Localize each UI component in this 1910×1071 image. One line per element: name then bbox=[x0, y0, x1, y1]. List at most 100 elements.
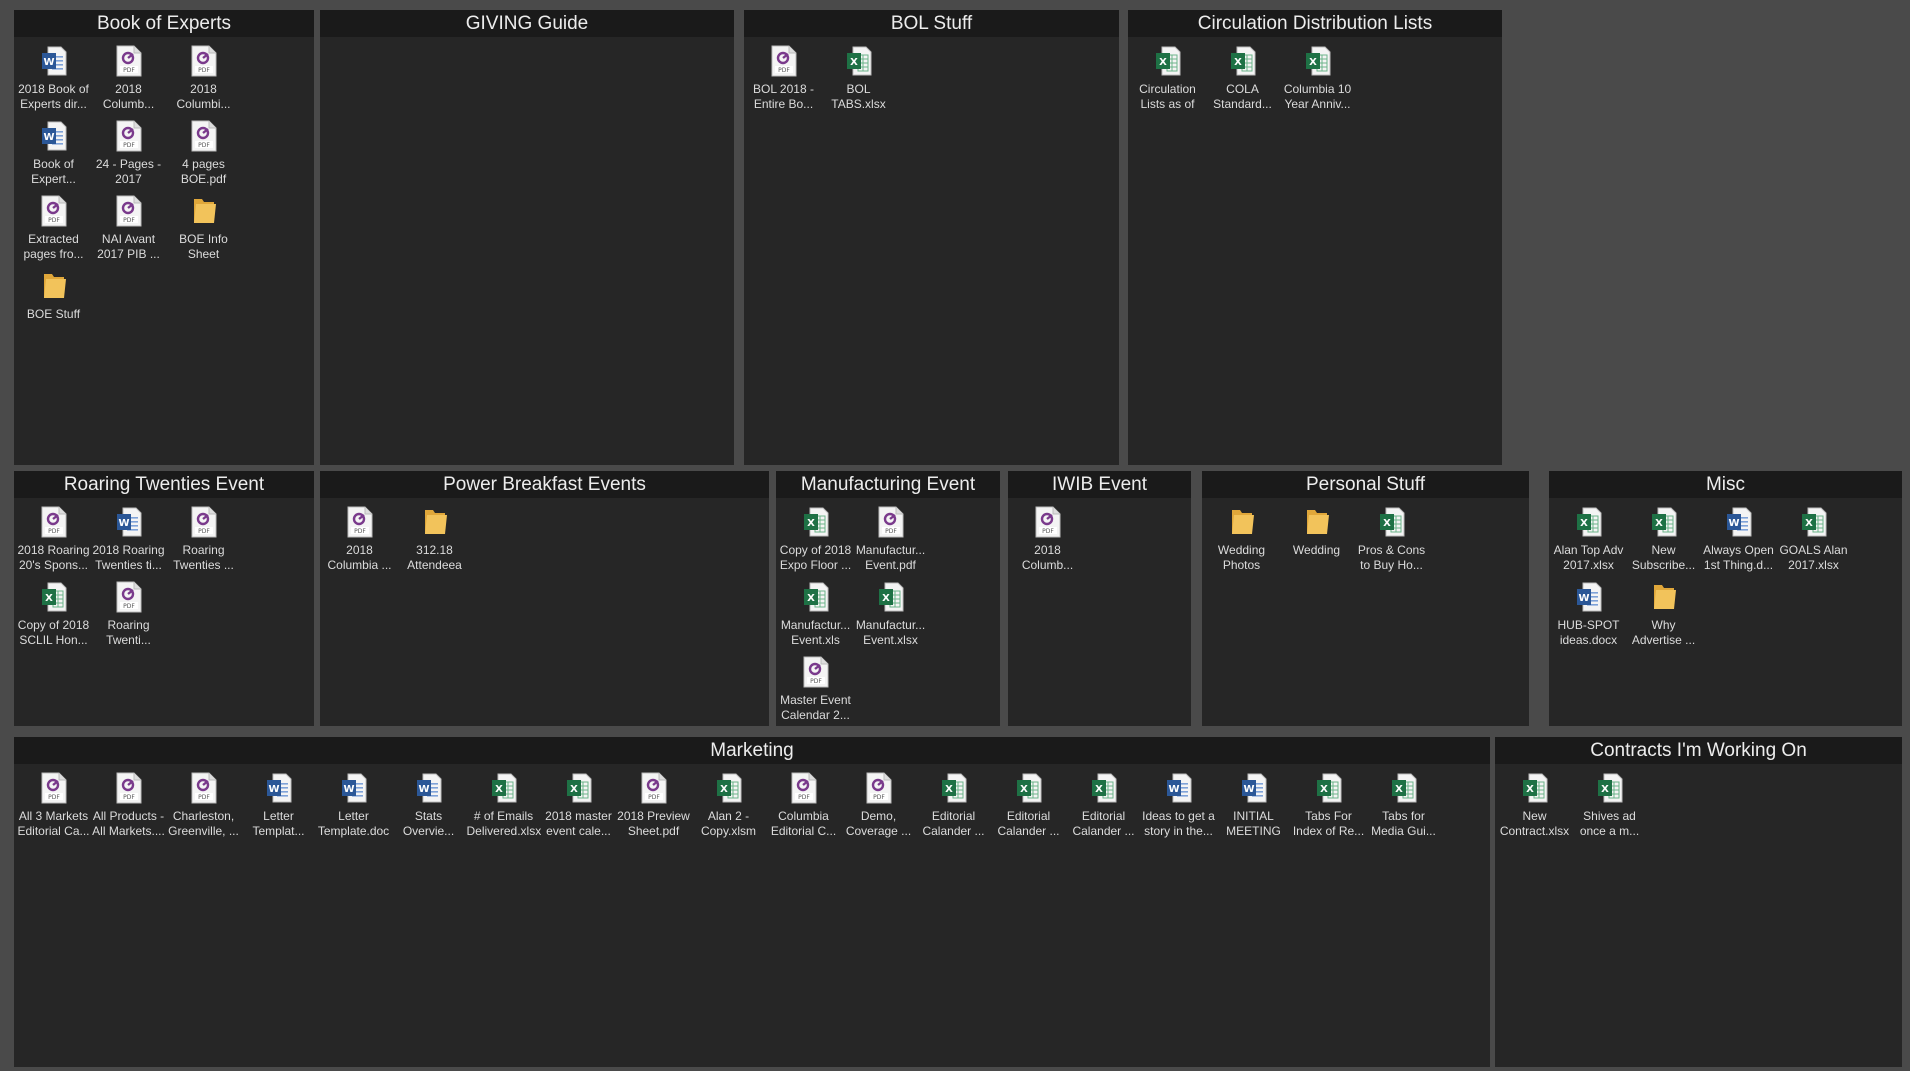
file-item[interactable]: W Always Open 1st Thing.d... bbox=[1701, 506, 1776, 581]
svg-text:PDF: PDF bbox=[48, 528, 60, 535]
fence-title[interactable]: Book of Experts bbox=[14, 10, 314, 37]
fence-title[interactable]: Personal Stuff bbox=[1202, 471, 1529, 498]
file-label: Wedding bbox=[1292, 543, 1341, 557]
file-item[interactable]: X Columbia 10 Year Anniv... bbox=[1280, 45, 1355, 120]
pdf-icon: PDF bbox=[116, 581, 141, 613]
file-item[interactable]: W Stats Overvie... bbox=[391, 772, 466, 847]
svg-text:X: X bbox=[1580, 518, 1588, 529]
file-item[interactable]: X Copy of 2018 Expo Floor ... bbox=[778, 506, 853, 581]
file-item[interactable]: PDF Roaring Twenties ... bbox=[166, 506, 241, 581]
fence-title[interactable]: IWIB Event bbox=[1008, 471, 1191, 498]
file-item[interactable]: BOE Info Sheet bbox=[166, 195, 241, 270]
file-label: Pros & Cons to Buy Ho... bbox=[1357, 543, 1426, 572]
file-item[interactable]: PDF 2018 Columbi... bbox=[166, 45, 241, 120]
file-item[interactable]: PDF Extracted pages fro... bbox=[16, 195, 91, 270]
file-item[interactable]: W 2018 Book of Experts dir... bbox=[16, 45, 91, 120]
file-item[interactable]: W Letter Template.doc bbox=[316, 772, 391, 847]
file-item[interactable]: PDF Demo, Coverage ... bbox=[841, 772, 916, 847]
file-item[interactable]: X Tabs For Index of Re... bbox=[1291, 772, 1366, 847]
file-item[interactable]: Wedding bbox=[1279, 506, 1354, 581]
fence-title[interactable]: BOL Stuff bbox=[744, 10, 1119, 37]
file-item[interactable]: W Book of Expert... bbox=[16, 120, 91, 195]
fence-title[interactable]: GIVING Guide bbox=[320, 10, 734, 37]
svg-text:X: X bbox=[1805, 518, 1813, 529]
file-item[interactable]: X GOALS Alan 2017.xlsx bbox=[1776, 506, 1851, 581]
file-item[interactable]: X COLA Standard... bbox=[1205, 45, 1280, 120]
excel-icon: X bbox=[566, 773, 591, 803]
file-item[interactable]: X Manufactur... Event.xlsx bbox=[853, 581, 928, 656]
file-item[interactable]: W 2018 Roaring Twenties ti... bbox=[91, 506, 166, 581]
file-label: Roaring Twenti... bbox=[106, 618, 151, 647]
file-label: All Products - All Markets.... bbox=[92, 809, 165, 838]
file-item[interactable]: X Circulation Lists as of 1... bbox=[1130, 45, 1205, 120]
file-item[interactable]: X BOL TABS.xlsx bbox=[821, 45, 896, 120]
file-item[interactable]: X Shives ad once a m... bbox=[1572, 772, 1647, 847]
svg-text:W: W bbox=[418, 784, 429, 795]
file-item[interactable]: PDF All Products - All Markets.... bbox=[91, 772, 166, 847]
fence-items: PDF 2018 Columbia ... 312.18 Attendeea bbox=[320, 498, 769, 581]
file-item[interactable]: PDF Master Event Calendar 2... bbox=[778, 656, 853, 731]
file-item[interactable]: PDF 4 pages BOE.pdf bbox=[166, 120, 241, 195]
file-item[interactable]: W Ideas to get a story in the... bbox=[1141, 772, 1216, 847]
file-label: Why Advertise ... bbox=[1631, 618, 1696, 647]
file-label: 2018 Columb... bbox=[102, 82, 155, 111]
fence-manufacturing-event: Manufacturing Event X Copy of 2018 Expo … bbox=[776, 471, 1000, 726]
fence-title[interactable]: Marketing bbox=[14, 737, 1490, 764]
file-item[interactable]: PDF Manufactur... Event.pdf bbox=[853, 506, 928, 581]
file-item[interactable]: PDF 2018 Preview Sheet.pdf bbox=[616, 772, 691, 847]
file-item[interactable]: X New Subscribe... bbox=[1626, 506, 1701, 581]
word-icon: W bbox=[41, 46, 66, 76]
file-item[interactable]: X Copy of 2018 SCLIL Hon... bbox=[16, 581, 91, 656]
file-label: Copy of 2018 SCLIL Hon... bbox=[17, 618, 90, 647]
file-item[interactable]: X Editorial Calander ... bbox=[991, 772, 1066, 847]
file-item[interactable]: PDF BOL 2018 - Entire Bo... bbox=[746, 45, 821, 120]
fence-title[interactable]: Power Breakfast Events bbox=[320, 471, 769, 498]
svg-text:PDF: PDF bbox=[123, 67, 135, 74]
svg-text:X: X bbox=[850, 57, 858, 68]
file-label: 2018 Preview Sheet.pdf bbox=[617, 809, 690, 838]
file-item[interactable]: Why Advertise ... bbox=[1626, 581, 1701, 656]
fence-title[interactable]: Contracts I'm Working On bbox=[1495, 737, 1902, 764]
file-item[interactable]: X Editorial Calander ... bbox=[1066, 772, 1141, 847]
fence-title[interactable]: Roaring Twenties Event bbox=[14, 471, 314, 498]
file-label: NAI Avant 2017 PIB ... bbox=[97, 232, 160, 261]
file-item[interactable]: X 2018 master event cale... bbox=[541, 772, 616, 847]
file-item[interactable]: PDF 2018 Columb... bbox=[91, 45, 166, 120]
fence-title[interactable]: Manufacturing Event bbox=[776, 471, 1000, 498]
file-item[interactable]: X Tabs for Media Gui... bbox=[1366, 772, 1441, 847]
file-item[interactable]: PDF 2018 Columbia ... bbox=[322, 506, 397, 581]
file-item[interactable]: PDF 2018 Columb... bbox=[1010, 506, 1085, 581]
file-item[interactable]: 312.18 Attendeea bbox=[397, 506, 472, 581]
file-item[interactable]: Wedding Photos bbox=[1204, 506, 1279, 581]
file-item[interactable]: X Editorial Calander ... bbox=[916, 772, 991, 847]
svg-text:W: W bbox=[1578, 593, 1589, 604]
file-item[interactable]: PDF Charleston, Greenville, ... bbox=[166, 772, 241, 847]
file-item[interactable]: PDF All 3 Markets Editorial Ca... bbox=[16, 772, 91, 847]
file-item[interactable]: W HUB-SPOT ideas.docx bbox=[1551, 581, 1626, 656]
file-label: Editorial Calander ... bbox=[1072, 809, 1135, 838]
file-item[interactable]: PDF NAI Avant 2017 PIB ... bbox=[91, 195, 166, 270]
excel-icon: X bbox=[1305, 46, 1330, 76]
svg-text:X: X bbox=[1655, 518, 1663, 529]
file-item[interactable]: X Manufactur... Event.xls bbox=[778, 581, 853, 656]
file-label: Always Open 1st Thing.d... bbox=[1703, 543, 1774, 572]
file-item[interactable]: X Pros & Cons to Buy Ho... bbox=[1354, 506, 1429, 581]
file-item[interactable]: W INITIAL MEETING R... bbox=[1216, 772, 1291, 847]
file-item[interactable]: X Alan 2 - Copy.xlsm bbox=[691, 772, 766, 847]
fence-items: X Alan Top Adv 2017.xlsx X New Subscribe… bbox=[1549, 498, 1902, 656]
file-item[interactable]: X New Contract.xlsx bbox=[1497, 772, 1572, 847]
svg-text:PDF: PDF bbox=[354, 528, 366, 535]
file-item[interactable]: PDF Roaring Twenti... bbox=[91, 581, 166, 656]
file-item[interactable]: PDF Columbia Editorial C... bbox=[766, 772, 841, 847]
file-label: HUB-SPOT ideas.docx bbox=[1557, 618, 1620, 647]
fence-title[interactable]: Circulation Distribution Lists bbox=[1128, 10, 1502, 37]
pdf-icon: PDF bbox=[116, 772, 141, 804]
file-item[interactable]: X Alan Top Adv 2017.xlsx bbox=[1551, 506, 1626, 581]
file-item[interactable]: PDF 24 - Pages - 2017 GREE... bbox=[91, 120, 166, 195]
fence-title[interactable]: Misc bbox=[1549, 471, 1902, 498]
file-item[interactable]: PDF 2018 Roaring 20's Spons... bbox=[16, 506, 91, 581]
file-item[interactable]: X # of Emails Delivered.xlsx bbox=[466, 772, 541, 847]
file-item[interactable]: BOE Stuff bbox=[16, 270, 91, 345]
file-label: Demo, Coverage ... bbox=[845, 809, 912, 838]
file-item[interactable]: W Letter Templat... bbox=[241, 772, 316, 847]
